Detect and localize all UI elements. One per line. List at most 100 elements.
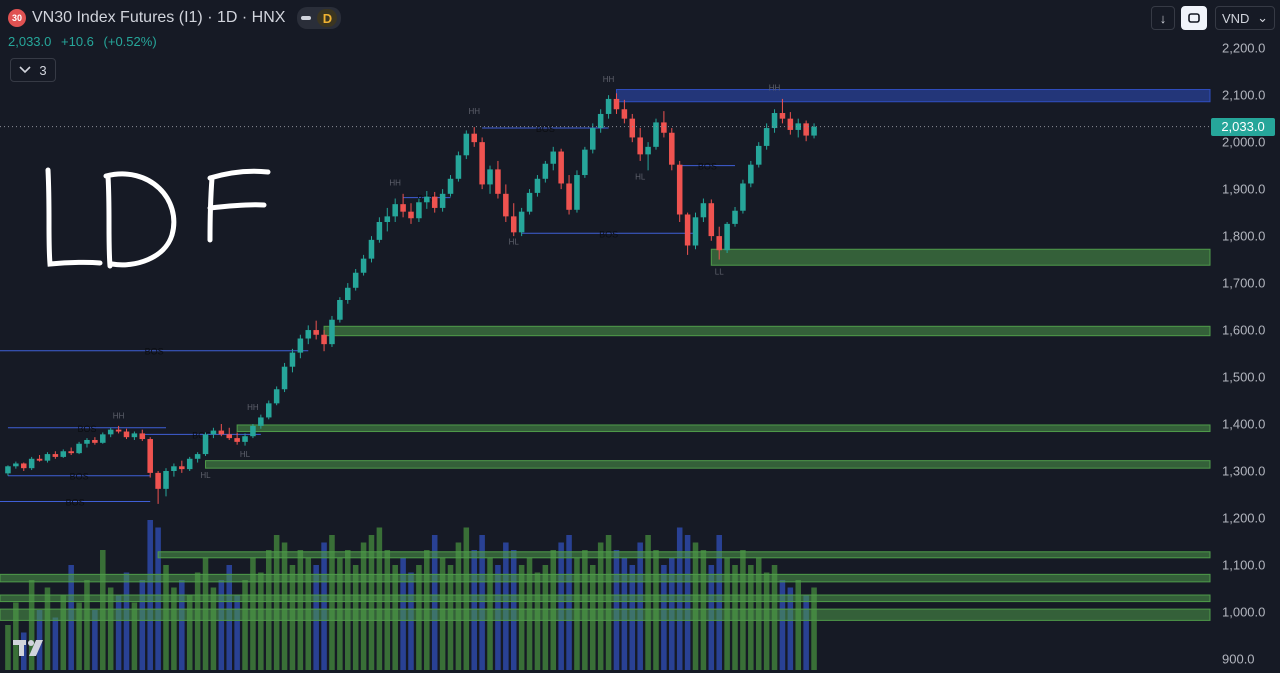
candle-body [147, 439, 153, 473]
candle-body [20, 463, 27, 469]
candle-body [289, 352, 296, 367]
swing-label: HL [240, 450, 251, 459]
candle-body [202, 434, 209, 455]
candle-body [779, 113, 786, 119]
candle-body [542, 163, 549, 179]
candle-body [392, 204, 398, 217]
price-axis-label: 1,800.0 [1222, 228, 1266, 244]
bos-label: BOS [599, 229, 618, 239]
candle-body [590, 128, 596, 150]
candle-body [210, 430, 217, 435]
candle-body [708, 203, 715, 237]
swing-label: LL [715, 268, 724, 277]
volume-bar [763, 572, 770, 670]
volume-bar [692, 542, 699, 670]
volume-bar [637, 542, 643, 670]
swing-label: HL [509, 238, 520, 247]
price-axis-label: 1,300.0 [1222, 463, 1266, 479]
price-axis-label: 1,000.0 [1222, 604, 1266, 620]
candle-body [455, 155, 462, 179]
price-axis-label: 900.0 [1222, 651, 1255, 667]
candle-body [431, 196, 438, 208]
scroll-to-realtime-button[interactable]: ↓ [1151, 6, 1175, 30]
candle-body [447, 178, 454, 194]
candle-body [84, 439, 90, 444]
candle-body [258, 417, 264, 426]
candle-body [384, 216, 391, 223]
candle-body [115, 429, 122, 432]
chart-canvas[interactable]: BOSBOSBOSBOSBOSBOSBOSBOSBOSHHHHHHHHHHHHH… [0, 0, 1280, 673]
candle-body [28, 458, 35, 469]
candle-body [5, 466, 11, 474]
candle-body [629, 118, 636, 138]
volume-bar [194, 572, 201, 670]
volume-bar [408, 572, 414, 670]
candle-body [194, 454, 201, 459]
candle-body [732, 210, 738, 224]
candle-body [226, 434, 232, 439]
candle-body [471, 133, 477, 143]
candle-body [661, 122, 667, 133]
candle-body [684, 214, 691, 246]
candle-body [787, 118, 794, 130]
volume-bar [5, 625, 11, 670]
bos-label: BOS [77, 424, 96, 434]
candle-body [771, 113, 778, 129]
candle-body [265, 403, 272, 418]
chevron-down-icon: ⌄ [1257, 10, 1268, 25]
volume-bar [258, 572, 264, 670]
volume-bar [115, 595, 122, 670]
candle-body [218, 430, 225, 435]
price-axis-label: 1,600.0 [1222, 322, 1266, 338]
demand-zone [236, 424, 1211, 433]
candle-body [669, 132, 675, 165]
candle-body [68, 451, 74, 454]
price-axis-label: 1,100.0 [1222, 557, 1266, 573]
currency-label: VND [1222, 10, 1250, 26]
candle-body [352, 272, 359, 288]
candle-body [123, 431, 130, 438]
price-axis-label: 1,900.0 [1222, 181, 1266, 197]
candle-body [692, 217, 699, 246]
candle-body [408, 211, 414, 219]
candle-body [503, 193, 509, 217]
bos-label: BOS [536, 124, 555, 134]
candle-body [613, 98, 620, 110]
candle-body [76, 443, 82, 454]
candle-body [155, 472, 161, 489]
candle-body [803, 123, 809, 136]
candle-body [811, 126, 817, 136]
last-price-tag: 2,033.0 [1211, 117, 1275, 136]
candle-body [439, 193, 446, 208]
chevron-down-icon [19, 66, 31, 74]
volume-bar [321, 542, 327, 670]
indicators-toggle-button[interactable]: 3 [10, 58, 56, 82]
candle-body [676, 164, 683, 215]
fit-screen-icon [1188, 13, 1200, 23]
candle-body [13, 463, 19, 467]
symbol-title[interactable]: VN30 Index Futures (I1) · 1D · HNX [32, 9, 285, 27]
swing-label: HL [200, 471, 211, 480]
candle-body [92, 439, 98, 443]
market-status-pill[interactable]: D [297, 7, 342, 29]
annotation-letter-d [103, 171, 177, 269]
volume-bar [534, 572, 541, 670]
auto-scale-button[interactable] [1181, 6, 1207, 30]
candle-body [645, 146, 651, 155]
volume-bar [360, 542, 367, 670]
swing-label: HH [247, 403, 259, 412]
symbol-header: 30 VN30 Index Futures (I1) · 1D · HNX D [8, 7, 342, 29]
candle-body [526, 192, 533, 212]
currency-select[interactable]: VND ⌄ [1215, 6, 1275, 30]
volume-bar [84, 580, 90, 670]
candle-body [621, 109, 628, 119]
delayed-data-badge: D [317, 9, 338, 27]
candle-body [755, 145, 762, 165]
tradingview-logo-icon[interactable] [12, 637, 48, 659]
candle-body [52, 454, 59, 457]
candle-body [345, 287, 351, 300]
volume-bar [179, 580, 185, 670]
swing-label: HH [603, 75, 615, 84]
demand-zone [0, 594, 1211, 603]
swing-label: HL [635, 173, 646, 182]
